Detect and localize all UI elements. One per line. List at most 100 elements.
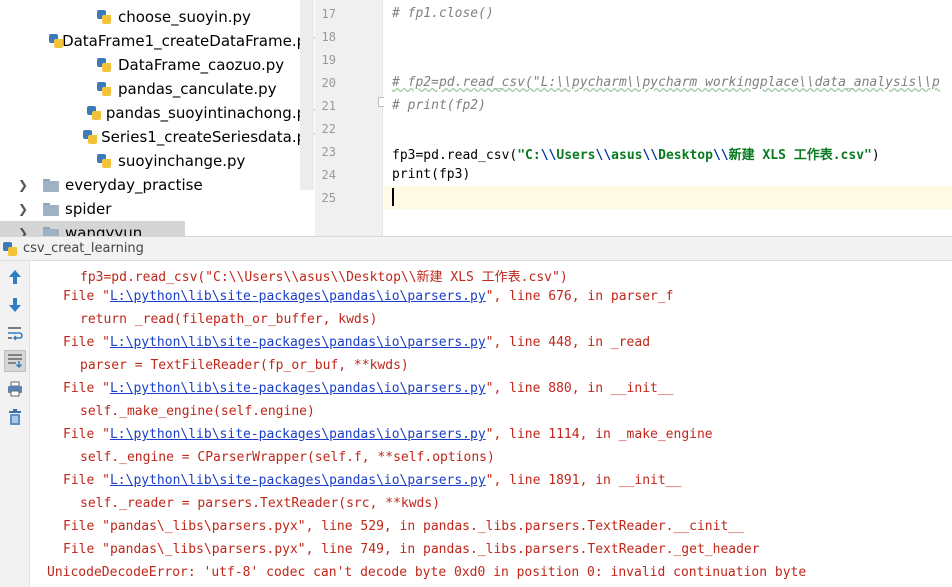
up-arrow-icon [9,270,21,284]
file-name: DataFrame_caozuo.py [118,56,285,74]
tree-file-item[interactable]: DataFrame_caozuo.py [0,53,315,77]
traceback-code-line: self._make_engine(self.engine) [80,404,315,419]
source-file-link[interactable]: L:\python\lib\site-packages\pandas\io\pa… [110,289,486,304]
soft-wrap-icon [8,327,23,341]
tree-folder-item[interactable]: ❯ everyday_practise [0,173,315,197]
python-file-icon [96,81,112,97]
tree-file-item[interactable]: choose_suoyin.py [0,5,315,29]
down-arrow-button[interactable] [4,294,26,316]
traceback-frame-location: ", line 448, in _read [485,335,651,350]
soft-wrap-button[interactable] [4,322,26,344]
up-arrow-button[interactable] [4,266,26,288]
scroll-to-end-icon [8,354,23,369]
tree-scrollbar[interactable] [300,0,314,190]
tree-folder-item[interactable]: ❯ spider [0,197,315,221]
tree-file-item[interactable]: pandas_suoyintinachong.py [0,101,315,125]
traceback-code-line: self._engine = CParserWrapper(self.f, **… [80,450,495,465]
line-number: 18 [321,30,336,44]
run-panel-header[interactable]: csv_creat_learning [0,236,952,261]
python-file-icon [48,33,64,49]
source-file-link[interactable]: L:\python\lib\site-packages\pandas\io\pa… [110,427,486,442]
file-name: DataFrame1_createDataFrame.py [62,32,315,50]
line-number: 23 [321,145,336,159]
trash-icon [9,409,21,425]
csv-path-string: "C:\\Users\\asus\\Desktop\\新建 XLS 工作表.cs… [517,148,872,163]
run-console-output[interactable]: fp3=pd.read_csv("C:\\Users\\asus\\Deskto… [30,261,952,587]
line-number: 25 [321,191,336,205]
traceback-frame-line: File "L:\python\lib\site-packages\pandas… [63,381,674,396]
code-line-17: # fp1.close() [392,6,494,21]
traceback-frame-line: File "L:\python\lib\site-packages\pandas… [63,289,674,304]
tree-file-item[interactable]: pandas_canculate.py [0,77,315,101]
code-line-23: fp3=pd.read_csv("C:\\Users\\asus\\Deskto… [392,144,880,163]
string-segment: asus [611,148,643,163]
python-file-icon [96,57,112,73]
expand-chevron-icon[interactable]: ❯ [16,202,30,216]
tree-folder-item[interactable]: ❯ wangyyun [0,221,315,236]
folder-name: everyday_practise [65,176,203,194]
traceback-code-line: fp3=pd.read_csv("C:\\Users\\asus\\Deskto… [80,270,568,285]
line-number: 22 [321,122,336,136]
line-number: 21 [321,99,336,113]
line-number: 17 [321,7,336,21]
traceback-file-prefix: File " [63,381,110,396]
run-config-title: csv_creat_learning [23,241,144,256]
code-line-21: # print(fp2) [392,98,486,113]
source-file-link[interactable]: L:\python\lib\site-packages\pandas\io\pa… [110,473,486,488]
traceback-frame-line: File "L:\python\lib\site-packages\pandas… [63,473,681,488]
print-button[interactable] [4,378,26,400]
code-editor[interactable]: # fp1.close() # fp2=pd.read_csv("L:\\pyc… [384,0,952,236]
traceback-frame-location: ", line 880, in __init__ [485,381,674,396]
traceback-file-prefix: File " [63,335,110,350]
tree-file-item[interactable]: Series1_createSeriesdata.py [0,125,315,149]
editor-gutter: 17 18 19 20 21 22 23 24 25 [315,0,383,236]
python-file-icon [82,129,97,145]
traceback-code-line: return _read(filepath_or_buffer, kwds) [80,312,378,327]
string-segment: Desktop [658,148,713,163]
traceback-frame-location: ", line 1891, in __init__ [485,473,682,488]
file-name: suoyinchange.py [118,152,246,170]
folder-icon [42,178,60,192]
source-file-link[interactable]: L:\python\lib\site-packages\pandas\io\pa… [110,335,486,350]
code-line-23-suffix: ) [871,148,880,163]
expand-chevron-icon[interactable]: ❯ [16,226,30,236]
escape-sequence: \\ [595,148,612,163]
traceback-frame-line: File "pandas\_libs\parsers.pyx", line 52… [63,519,744,534]
traceback-frame-line: File "L:\python\lib\site-packages\pandas… [63,335,650,350]
tree-file-item[interactable]: DataFrame1_createDataFrame.py [0,29,315,53]
python-run-icon [2,241,18,257]
traceback-file-prefix: File " [63,289,110,304]
text-caret [392,188,394,206]
file-name: Series1_createSeriesdata.py [101,128,315,146]
python-file-icon [96,153,112,169]
python-file-icon [96,9,112,25]
escape-sequence: \\ [540,148,557,163]
file-name: pandas_canculate.py [118,80,277,98]
traceback-code-line: parser = TextFileReader(fp_or_buf, **kwd… [80,358,409,373]
traceback-frame-location: ", line 676, in parser_f [485,289,674,304]
code-line-23-prefix: fp3=pd.read_csv( [392,148,518,163]
file-name: pandas_suoyintinachong.py [105,104,315,122]
line-number: 24 [321,168,336,182]
folder-icon [42,226,60,236]
python-file-icon [86,105,101,121]
trash-button[interactable] [4,406,26,428]
string-segment: "C: [517,148,541,163]
escape-sequence: \\ [642,148,659,163]
scroll-to-end-button[interactable] [4,350,26,372]
code-line-20: # fp2=pd.read_csv("L:\\pycharm\\pycharm … [392,75,940,90]
traceback-file-prefix: File " [63,427,110,442]
error-message: UnicodeDecodeError: 'utf-8' codec can't … [47,565,807,580]
traceback-frame-line: File "pandas\_libs\parsers.pyx", line 74… [63,542,760,557]
source-file-link[interactable]: L:\python\lib\site-packages\pandas\io\pa… [110,381,486,396]
traceback-frame-line: File "L:\python\lib\site-packages\pandas… [63,427,713,442]
file-name: choose_suoyin.py [118,8,251,26]
string-segment: 新建 XLS 工作表.csv" [728,148,872,163]
expand-chevron-icon[interactable]: ❯ [16,178,30,192]
project-tree: choose_suoyin.py DataFrame1_createDataFr… [0,0,315,236]
tree-file-item[interactable]: suoyinchange.py [0,149,315,173]
line-number: 20 [321,76,336,90]
run-toolbar [0,261,30,587]
python-file-icon [96,0,112,1]
line-number: 19 [321,53,336,67]
